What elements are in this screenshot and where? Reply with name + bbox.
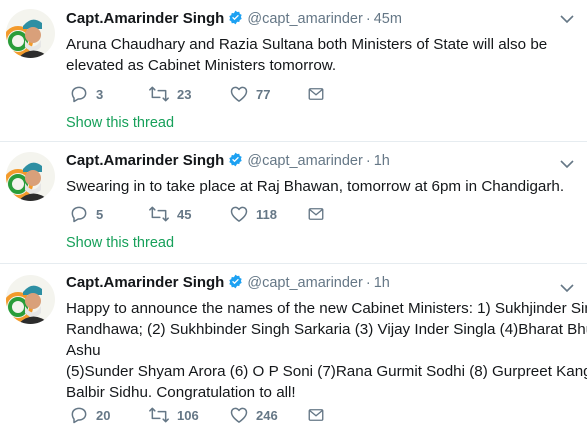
like-count: 246 [256,407,278,423]
avatar-image [6,9,55,58]
direct-message-icon [308,409,324,421]
timestamp[interactable]: 45m [374,11,402,27]
chevron-down-icon[interactable] [559,283,575,293]
like-icon [230,407,248,423]
like-button[interactable]: 118 [229,204,277,224]
like-icon [230,206,248,222]
direct-message-button[interactable] [307,84,325,104]
direct-message-button[interactable] [307,405,325,425]
reply-count: 20 [96,407,111,423]
display-name[interactable]: Capt.Amarinder Singh [66,10,224,27]
direct-message-icon [308,208,324,220]
tweet-text: Happy to announce the names of the new C… [66,298,587,403]
like-button[interactable]: 246 [229,405,278,425]
handle[interactable]: @capt_amarinder [247,275,362,291]
like-count: 77 [256,86,271,102]
tweet-header: Capt.Amarinder Singh @capt_amarinder · 1h [66,273,579,293]
retweet-icon [149,206,169,222]
handle[interactable]: @capt_amarinder [247,11,362,27]
handle[interactable]: @capt_amarinder [247,153,362,169]
reply-icon [71,206,87,223]
tweet-text: Swearing in to take place at Raj Bhawan,… [66,178,565,195]
retweet-icon [149,86,169,102]
avatar[interactable] [6,275,55,324]
timestamp[interactable]: 1h [374,275,390,291]
reply-button[interactable]: 20 [69,405,110,425]
retweet-count: 106 [177,407,199,423]
show-thread-link[interactable]: Show this thread [66,235,174,251]
retweet-button[interactable]: 106 [148,405,199,425]
retweet-button[interactable]: 23 [148,84,191,104]
tweet[interactable]: Capt.Amarinder Singh @capt_amarinder · 1h H… [0,264,587,436]
display-name[interactable]: Capt.Amarinder Singh [66,274,224,291]
tweet-text-line: Randhawa; (2) Sukhbinder Singh Sarkaria … [66,321,587,338]
tweet[interactable]: Capt.Amarinder Singh @capt_amarinder · 1h S… [0,142,587,264]
tweet-text: Aruna Chaudhary and Razia Sultana both M… [66,36,548,74]
avatar-image [6,275,55,324]
avatar-image [6,152,55,201]
like-button[interactable]: 77 [229,84,270,104]
verified-badge-icon [229,152,243,167]
avatar[interactable] [6,152,55,201]
reply-button[interactable]: 5 [69,204,103,224]
timestamp[interactable]: 1h [374,153,390,169]
tweet-text-line: Happy to announce the names of the new C… [66,300,587,317]
reply-count: 5 [96,206,104,222]
tweet-header: Capt.Amarinder Singh @capt_amarinder · 45m [66,9,579,29]
separator: · [365,153,371,169]
direct-message-icon [308,88,324,100]
tweet-actions: 20 106 246 [66,405,366,425]
separator: · [365,11,371,27]
show-thread-link[interactable]: Show this thread [66,115,174,131]
verified-badge-icon [229,10,243,25]
tweet-actions: 5 45 118 [66,204,366,224]
verified-badge-icon [229,274,243,289]
retweet-icon [149,407,169,423]
like-icon [230,86,248,102]
retweet-button[interactable]: 45 [148,204,191,224]
reply-count: 3 [96,86,104,102]
direct-message-button[interactable] [307,204,325,224]
reply-icon [71,407,87,424]
reply-icon [71,86,87,103]
tweet-text-line: Balbir Sidhu. Congratulation to all! [66,384,296,401]
tweet-text-line: Ashu [66,342,101,359]
avatar[interactable] [6,9,55,58]
chevron-down-icon[interactable] [559,159,575,169]
display-name[interactable]: Capt.Amarinder Singh [66,152,224,169]
retweet-count: 23 [177,86,192,102]
tweet-text-line: (5)Sunder Shyam Arora (6) O P Soni (7)Ra… [66,363,587,380]
tweet-actions: 3 23 77 [66,84,366,104]
retweet-count: 45 [177,206,192,222]
tweet[interactable]: Capt.Amarinder Singh @capt_amarinder · 45m … [0,0,587,142]
timeline: Capt.Amarinder Singh @capt_amarinder · 45m … [0,0,587,436]
chevron-down-icon[interactable] [559,14,575,24]
separator: · [365,275,371,291]
like-count: 118 [256,206,277,222]
tweet-header: Capt.Amarinder Singh @capt_amarinder · 1h [66,151,579,171]
reply-button[interactable]: 3 [69,84,103,104]
